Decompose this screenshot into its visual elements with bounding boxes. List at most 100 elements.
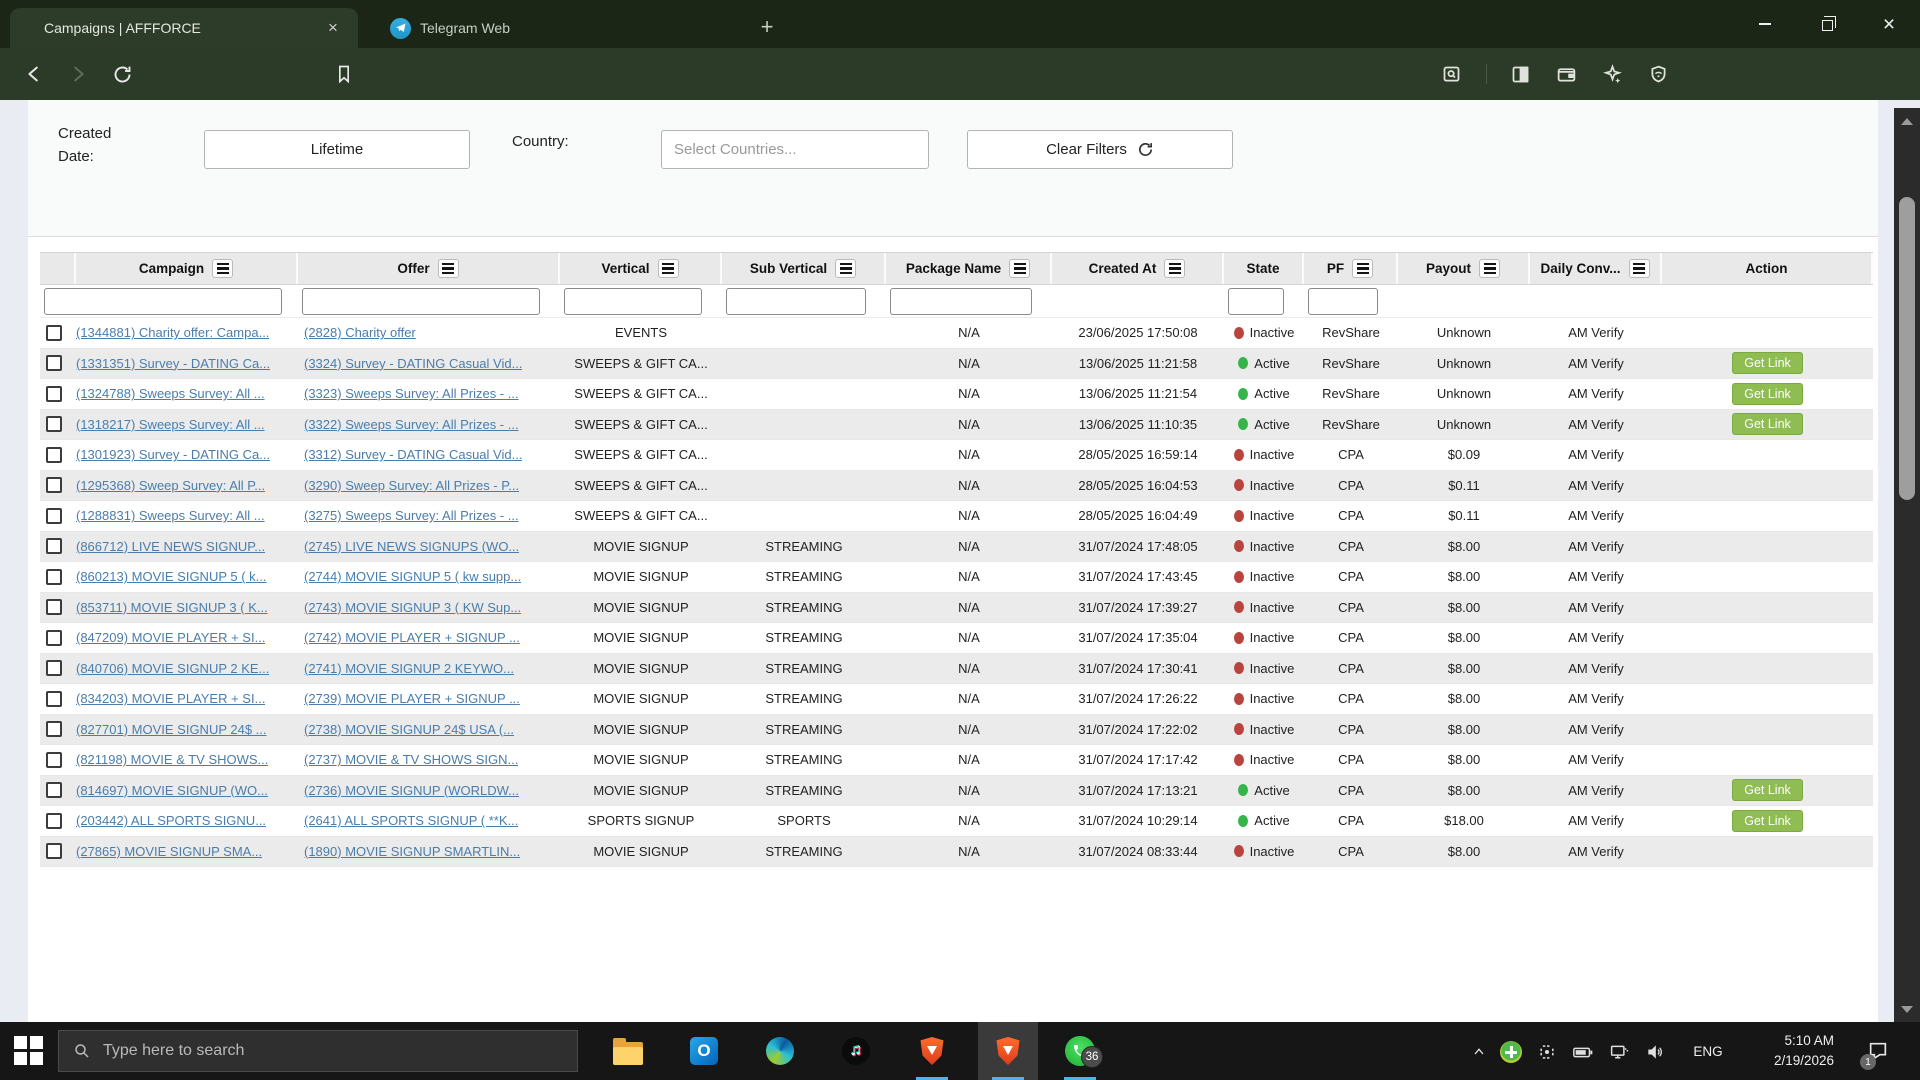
row-checkbox[interactable] [46,386,62,402]
offer-link[interactable]: (3323) Sweeps Survey: All Prizes - ... [304,386,519,401]
column-menu-icon[interactable] [658,259,679,278]
tray-antivirus-icon[interactable] [1498,1039,1524,1065]
offer-link[interactable]: (3322) Sweeps Survey: All Prizes - ... [304,417,519,432]
minimize-button[interactable] [1734,0,1796,48]
row-checkbox[interactable] [46,752,62,768]
row-checkbox[interactable] [46,447,62,463]
column-header-campaign[interactable]: Campaign [76,253,298,284]
campaign-link[interactable]: (827701) MOVIE SIGNUP 24$ ... [76,722,267,737]
row-checkbox[interactable] [46,599,62,615]
column-menu-icon[interactable] [212,259,233,278]
column-menu-icon[interactable] [835,259,856,278]
file-explorer-icon[interactable] [598,1022,658,1080]
campaign-link[interactable]: (1295368) Sweep Survey: All P... [76,478,265,493]
back-button[interactable] [20,60,48,88]
row-checkbox[interactable] [46,782,62,798]
offer-link[interactable]: (2741) MOVIE SIGNUP 2 KEYWO... [304,661,514,676]
row-checkbox[interactable] [46,569,62,585]
tray-speaker-icon[interactable] [1642,1039,1668,1065]
row-checkbox[interactable] [46,843,62,859]
row-checkbox[interactable] [46,691,62,707]
new-tab-button[interactable]: + [752,12,782,42]
brave-app-icon[interactable] [902,1022,962,1080]
column-header-offer[interactable]: Offer [298,253,560,284]
campaign-link[interactable]: (1331351) Survey - DATING Ca... [76,356,270,371]
column-header-sub-vertical[interactable]: Sub Vertical [722,253,886,284]
campaign-link[interactable]: (834203) MOVIE PLAYER + SI... [76,691,265,706]
row-checkbox[interactable] [46,416,62,432]
filter-input-vertical[interactable] [564,288,702,315]
get-link-button[interactable]: Get Link [1732,352,1803,374]
vertical-scrollbar[interactable] [1894,108,1920,1022]
tab-campaigns[interactable]: Campaigns | AFFFORCE × [10,8,358,48]
campaign-link[interactable]: (853711) MOVIE SIGNUP 3 ( K... [76,600,268,615]
scrollbar-thumb[interactable] [1899,197,1915,500]
filter-input-pf[interactable] [1308,288,1378,315]
offer-link[interactable]: (3290) Sweep Survey: All Prizes - P... [304,478,519,493]
row-checkbox[interactable] [46,508,62,524]
get-link-button[interactable]: Get Link [1732,383,1803,405]
filter-input-sub-vertical[interactable] [726,288,866,315]
wallet-icon[interactable] [1552,60,1580,88]
edge-icon[interactable] [750,1022,810,1080]
language-indicator[interactable]: ENG [1686,1022,1730,1080]
get-link-button[interactable]: Get Link [1732,413,1803,435]
offer-link[interactable]: (2739) MOVIE PLAYER + SIGNUP ... [304,691,520,706]
offer-link[interactable]: (2742) MOVIE PLAYER + SIGNUP ... [304,630,520,645]
sidebar-icon[interactable] [1506,60,1534,88]
offer-link[interactable]: (3312) Survey - DATING Casual Vid... [304,447,522,462]
column-header-package-name[interactable]: Package Name [886,253,1052,284]
restore-button[interactable] [1796,0,1858,48]
country-select-input[interactable] [661,130,929,169]
filter-input-campaign[interactable] [44,288,282,315]
reload-button[interactable] [108,60,136,88]
campaign-link[interactable]: (203442) ALL SPORTS SIGNU... [76,813,266,828]
offer-link[interactable]: (2743) MOVIE SIGNUP 3 ( KW Sup... [304,600,521,615]
search-page-icon[interactable] [1437,60,1465,88]
column-menu-icon[interactable] [1009,259,1030,278]
whatsapp-icon[interactable]: 36 [1050,1022,1110,1080]
filter-input-state[interactable] [1228,288,1284,315]
offer-link[interactable]: (2737) MOVIE & TV SHOWS SIGN... [304,752,518,767]
tray-network-icon[interactable] [1606,1039,1632,1065]
campaign-link[interactable]: (847209) MOVIE PLAYER + SI... [76,630,265,645]
offer-link[interactable]: (1890) MOVIE SIGNUP SMARTLIN... [304,844,520,859]
row-checkbox[interactable] [46,538,62,554]
campaign-link[interactable]: (27865) MOVIE SIGNUP SMA... [76,844,262,859]
leo-ai-sparkle-icon[interactable] [1598,60,1626,88]
offer-link[interactable]: (2828) Charity offer [304,325,416,340]
row-checkbox[interactable] [46,660,62,676]
forward-button[interactable] [64,60,92,88]
notification-center-icon[interactable]: 1 [1852,1022,1904,1080]
column-header-vertical[interactable]: Vertical [560,253,722,284]
vpn-shield-icon[interactable] [1644,60,1672,88]
column-menu-icon[interactable] [438,259,459,278]
tray-battery-icon[interactable] [1570,1039,1596,1065]
campaign-link[interactable]: (821198) MOVIE & TV SHOWS... [76,752,268,767]
campaign-link[interactable]: (1301923) Survey - DATING Ca... [76,447,270,462]
column-header-created-at[interactable]: Created At [1052,253,1224,284]
tiktok-icon[interactable]: ♫ [826,1022,886,1080]
campaign-link[interactable]: (860213) MOVIE SIGNUP 5 ( k... [76,569,267,584]
offer-link[interactable]: (3275) Sweeps Survey: All Prizes - ... [304,508,519,523]
offer-link[interactable]: (2745) LIVE NEWS SIGNUPS (WO... [304,539,519,554]
column-menu-icon[interactable] [1164,259,1185,278]
scrollbar-down-arrow[interactable] [1894,1000,1920,1018]
column-menu-icon[interactable] [1352,259,1373,278]
tray-chevron-up-icon[interactable] [1466,1039,1492,1065]
campaign-link[interactable]: (1324788) Sweeps Survey: All ... [76,386,265,401]
created-date-input[interactable] [204,130,470,169]
scrollbar-up-arrow[interactable] [1894,112,1920,130]
row-checkbox[interactable] [46,355,62,371]
filter-input-package-name[interactable] [890,288,1032,315]
get-link-button[interactable]: Get Link [1732,779,1803,801]
column-header-payout[interactable]: Payout [1398,253,1530,284]
column-header-pf[interactable]: PF [1304,253,1398,284]
campaign-link[interactable]: (1344881) Charity offer: Campa... [76,325,269,340]
row-checkbox[interactable] [46,721,62,737]
close-button[interactable]: × [1858,0,1920,48]
offer-link[interactable]: (2736) MOVIE SIGNUP (WORLDW... [304,783,519,798]
column-header-action[interactable]: Action [1662,253,1873,284]
column-menu-icon[interactable] [1479,259,1500,278]
offer-link[interactable]: (3324) Survey - DATING Casual Vid... [304,356,522,371]
